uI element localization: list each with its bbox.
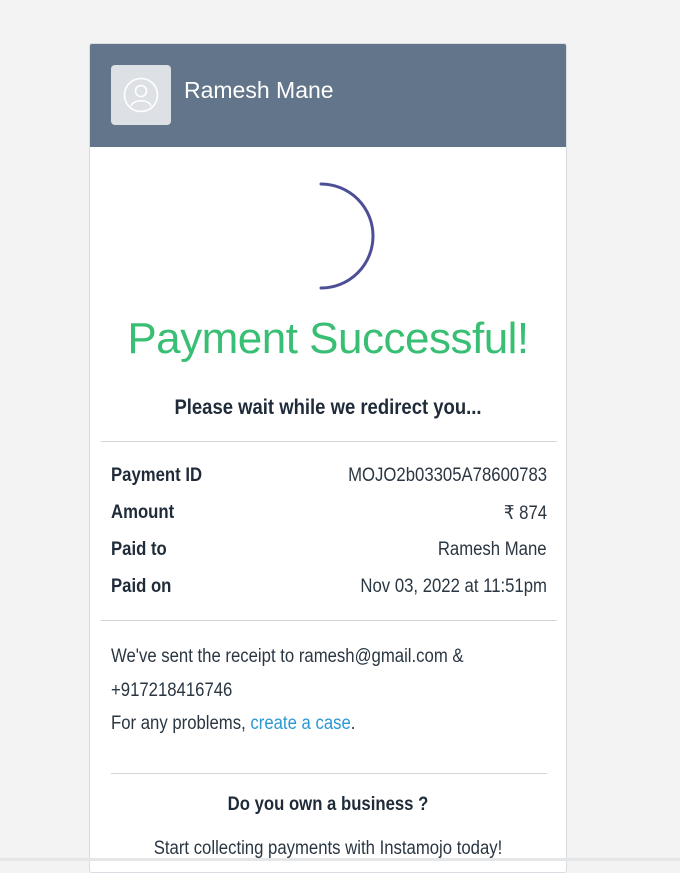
business-subtitle: Start collecting payments with Instamojo… — [153, 838, 503, 859]
card-header: Ramesh Mane — [90, 44, 566, 147]
support-suffix: . — [350, 713, 356, 734]
receipt-info: We've sent the receipt to ramesh@gmail.c… — [111, 640, 547, 741]
detail-label: Paid on — [111, 576, 172, 597]
user-avatar-icon — [111, 65, 171, 125]
detail-label: Payment ID — [111, 465, 203, 486]
divider — [101, 441, 557, 442]
divider — [101, 620, 557, 621]
success-title: Payment Successful! — [127, 314, 529, 363]
detail-row-paid-to: Paid to Ramesh Mane — [111, 539, 547, 563]
support-prefix: For any problems, — [111, 713, 251, 734]
payment-card: Ramesh Mane Payment Successful! Please w… — [89, 43, 567, 873]
paid-to-value: Ramesh Mane — [438, 539, 547, 560]
support-line: For any problems, create a case. — [111, 707, 495, 741]
payment-id-value: MOJO2b03305A78600783 — [348, 465, 547, 486]
merchant-name: Ramesh Mane — [184, 77, 334, 103]
business-title: Do you own a business ? — [227, 794, 429, 815]
detail-row-paid-on: Paid on Nov 03, 2022 at 11:51pm — [111, 576, 547, 600]
redirect-message: Please wait while we redirect you... — [174, 396, 482, 419]
detail-label: Paid to — [111, 539, 167, 560]
paid-on-value: Nov 03, 2022 at 11:51pm — [360, 576, 547, 597]
detail-label: Amount — [111, 502, 175, 523]
divider — [111, 773, 547, 774]
receipt-phone-line: +917218416746 — [111, 679, 233, 701]
receipt-email-line: We've sent the receipt to ramesh@gmail.c… — [111, 646, 464, 667]
loading-spinner-icon — [275, 182, 385, 297]
create-case-link[interactable]: create a case — [250, 713, 350, 734]
detail-row-amount: Amount ₹ 874 — [111, 502, 547, 526]
detail-row-payment-id: Payment ID MOJO2b03305A78600783 — [111, 465, 547, 489]
amount-value: ₹ 874 — [503, 503, 547, 524]
